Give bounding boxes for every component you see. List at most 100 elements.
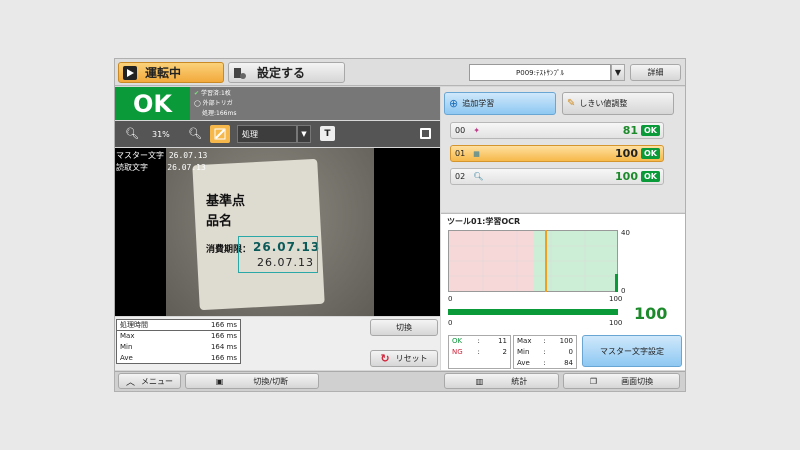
screen-switch-button[interactable]: ❐ 画面切換 bbox=[563, 373, 680, 389]
master-text-label: マスター文字 bbox=[116, 151, 164, 160]
separator: : bbox=[477, 348, 480, 356]
result-badge: OK bbox=[115, 87, 190, 120]
x-axis-max: 100 bbox=[609, 295, 623, 303]
min-value: 0 bbox=[568, 348, 573, 356]
add-learning-icon: ⊕ bbox=[449, 97, 459, 110]
timing-label: Ave bbox=[120, 353, 133, 362]
mode-value: 処理 bbox=[242, 129, 258, 139]
menu-button[interactable]: ︿ メニュー bbox=[118, 373, 181, 389]
tool-value: 100 bbox=[615, 170, 638, 183]
histogram bbox=[448, 230, 618, 292]
switch-cut-button[interactable]: ▣ 切換/切断 bbox=[185, 373, 319, 389]
table-row: Min: 0 bbox=[514, 347, 577, 358]
trigger-icon: ◯ bbox=[194, 100, 201, 107]
score-bar-min: 0 bbox=[448, 319, 453, 327]
zoom-level: 31% bbox=[152, 130, 170, 139]
image-adjust-button[interactable] bbox=[210, 125, 230, 143]
reset-icon: ↻ bbox=[380, 352, 390, 365]
timing-value: 166 ms bbox=[210, 332, 237, 341]
histogram-grid bbox=[449, 231, 617, 291]
process-time: 処理:166ms bbox=[202, 110, 237, 117]
table-row: Ave: 84 bbox=[514, 358, 577, 369]
table-row: Max: 100 bbox=[514, 336, 577, 347]
table-row: Ave 166 ms bbox=[117, 353, 241, 364]
result-text: OK bbox=[133, 89, 172, 118]
status-badge: OK bbox=[641, 171, 660, 182]
camera-switch-icon: ▣ bbox=[215, 376, 224, 386]
master-text-set-label: マスター文字設定 bbox=[600, 346, 664, 356]
max-min-ave-table: Max: 100 Min: 0 Ave: 84 bbox=[513, 335, 577, 369]
table-row: NG: 2 bbox=[449, 347, 511, 358]
master-text-overlay: マスター文字 26.07.13 読取文字 26.07.13 bbox=[116, 150, 207, 174]
chevron-down-icon: ▼ bbox=[614, 68, 622, 77]
zoom-in-icon[interactable]: 🔍︎ bbox=[188, 127, 202, 140]
zoom-out-icon[interactable]: 🔍︎ bbox=[125, 127, 139, 140]
play-icon bbox=[123, 65, 137, 80]
tool-row-01[interactable]: 01 ▦ 100 OK bbox=[450, 145, 664, 162]
running-label: 運転中 bbox=[145, 66, 182, 80]
x-axis-min: 0 bbox=[448, 295, 453, 303]
text-overlay-button[interactable]: T bbox=[320, 126, 335, 141]
details-button[interactable]: 詳細 bbox=[630, 64, 681, 81]
switch-cut-label: 切換/切断 bbox=[253, 376, 289, 386]
read-text-value: 26.07.13 bbox=[167, 163, 206, 172]
add-learning-label: 追加学習 bbox=[462, 99, 495, 108]
reset-label: リセット bbox=[395, 354, 428, 363]
threshold-button[interactable]: ✎ しきい値調整 bbox=[562, 92, 674, 115]
tool-id: 01 bbox=[455, 149, 466, 158]
screen-switch-icon: ❐ bbox=[589, 376, 598, 386]
status-badge: OK bbox=[641, 125, 660, 136]
score-bar-max: 100 bbox=[609, 319, 623, 327]
tool-row-00[interactable]: 00 ✦ 81 OK bbox=[450, 122, 664, 139]
ng-label: NG bbox=[452, 348, 463, 356]
ave-value: 84 bbox=[564, 358, 573, 367]
add-learning-button[interactable]: ⊕ 追加学習 bbox=[444, 92, 556, 115]
tool-row-02[interactable]: 02 🔍︎ 100 OK bbox=[450, 168, 664, 185]
empty-cell bbox=[449, 358, 511, 369]
mode-dropdown-button[interactable]: ▼ bbox=[297, 125, 311, 143]
y-axis-min: 0 bbox=[621, 287, 626, 295]
details-label: 詳細 bbox=[647, 68, 664, 77]
program-dropdown-button[interactable]: ▼ bbox=[611, 64, 625, 81]
switch-label: 切換 bbox=[396, 323, 412, 332]
score-value: 100 bbox=[634, 304, 668, 323]
settings-button[interactable]: 設定する bbox=[228, 62, 345, 83]
save-icon[interactable] bbox=[420, 128, 431, 139]
label-card bbox=[192, 158, 325, 311]
separator: : bbox=[543, 348, 546, 356]
learned-count: 学習済:1枚 bbox=[200, 90, 231, 97]
tool-id: 00 bbox=[455, 126, 466, 135]
separator: : bbox=[477, 337, 480, 346]
min-label: Min bbox=[517, 348, 530, 356]
status-panel: ✔ 学習済:1枚 ◯ 外部トリガ 処理:166ms bbox=[190, 87, 440, 120]
trigger-mode: 外部トリガ bbox=[202, 100, 233, 107]
statistics-button[interactable]: ▥ 統計 bbox=[444, 373, 559, 389]
master-text-set-button[interactable]: マスター文字設定 bbox=[582, 335, 682, 367]
check-icon: ✔ bbox=[194, 90, 200, 97]
card-product: 品名 bbox=[206, 214, 233, 229]
separator: : bbox=[543, 337, 546, 346]
switch-button[interactable]: 切換 bbox=[370, 319, 438, 336]
menu-label: メニュー bbox=[141, 376, 173, 386]
tool-id: 02 bbox=[455, 172, 466, 181]
histogram-bar-max bbox=[615, 274, 618, 292]
tool-type-icon: ✦ bbox=[473, 126, 480, 135]
mode-select[interactable]: 処理 bbox=[237, 125, 297, 143]
timing-label: Min bbox=[120, 343, 133, 351]
timing-value: 166 ms bbox=[210, 321, 237, 329]
running-button[interactable]: 運転中 bbox=[118, 62, 224, 83]
ok-count: 11 bbox=[498, 337, 507, 346]
settings-icon bbox=[233, 66, 247, 80]
timing-value: 164 ms bbox=[210, 343, 237, 351]
adjust-icon bbox=[214, 128, 226, 140]
program-select[interactable]: P009:ﾃｽﾄｻﾝﾌﾟﾙ bbox=[469, 64, 611, 81]
screen-switch-label: 画面切換 bbox=[621, 376, 654, 386]
y-axis-max: 40 bbox=[621, 229, 630, 237]
reset-button[interactable]: ↻ リセット bbox=[370, 350, 438, 367]
ave-label: Ave bbox=[517, 358, 530, 367]
card-date-printed: 26.07.13 bbox=[257, 256, 314, 269]
max-value: 100 bbox=[559, 337, 573, 346]
master-text-value: 26.07.13 bbox=[168, 151, 208, 160]
score-bar bbox=[448, 309, 618, 315]
settings-label: 設定する bbox=[257, 66, 306, 80]
